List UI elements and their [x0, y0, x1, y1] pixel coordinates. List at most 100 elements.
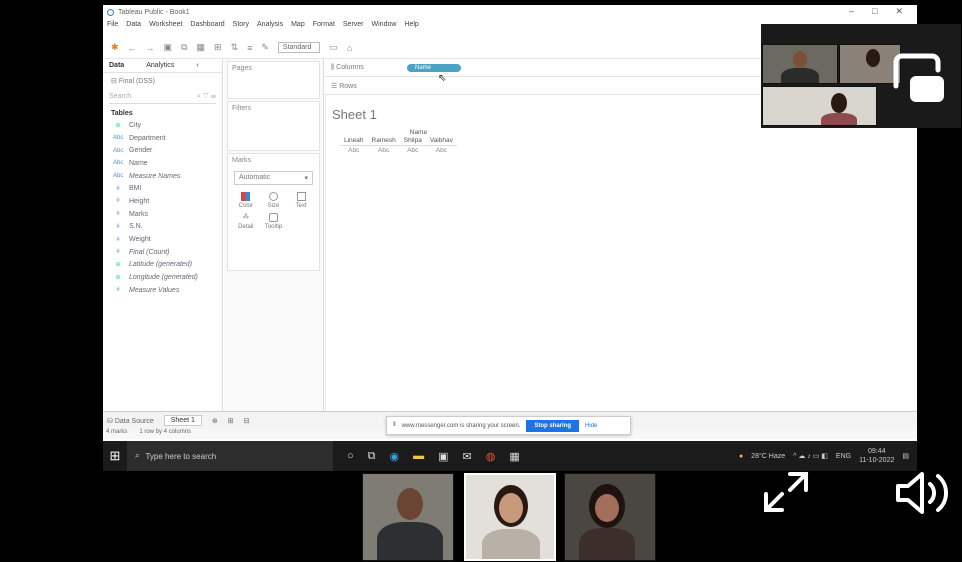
language[interactable]: ENG [836, 453, 851, 460]
tab-data[interactable]: Data [109, 62, 124, 69]
picture-in-picture-icon[interactable] [892, 52, 946, 104]
worksheet-canvas[interactable]: Sheet 1 Name Lineah Ramesh Shilpa Vaibhav A… [325, 95, 917, 411]
edge-icon[interactable]: ◉ [390, 450, 400, 463]
task-view-icon[interactable]: ⧉ [368, 450, 376, 463]
menu-window[interactable]: Window [372, 21, 397, 33]
sheet-title[interactable]: Sheet 1 [332, 107, 377, 122]
participant-bottom-3[interactable] [564, 473, 656, 561]
data-source-tab[interactable]: ⛁ Data Source [107, 417, 154, 425]
field-item[interactable]: Abc Measure Names [103, 170, 222, 183]
cortana-icon[interactable]: ○ [347, 450, 354, 463]
volume-icon[interactable] [890, 470, 954, 516]
field-item[interactable]: ⊕ City [103, 119, 222, 132]
close-button[interactable]: ✕ [895, 6, 903, 17]
new-sheet-icon[interactable]: ▦ [197, 42, 206, 53]
menu-story[interactable]: Story [233, 21, 249, 33]
value-cell[interactable]: Abc [425, 145, 457, 155]
filters-card[interactable]: Filters [227, 101, 320, 151]
field-item[interactable]: # Height [103, 195, 222, 208]
value-cell[interactable]: Abc [367, 145, 400, 155]
menu-dashboard[interactable]: Dashboard [190, 21, 224, 33]
windows-start-icon[interactable]: ⊞ [103, 448, 127, 464]
taskbar-search[interactable]: ⌕ Type here to search [127, 441, 333, 471]
notifications-icon[interactable]: ▤ [902, 452, 909, 460]
weather-text[interactable]: 28°C Haze [751, 453, 785, 460]
value-cell[interactable]: Abc [399, 145, 426, 155]
forward-icon[interactable]: → [146, 43, 155, 53]
back-icon[interactable]: ← [128, 43, 137, 53]
field-item[interactable]: ⊕ Longitude (generated) [103, 271, 222, 284]
field-search[interactable]: Search ⌕ ▽ ☰ [109, 93, 216, 104]
expand-icon[interactable] [760, 470, 812, 514]
stop-sharing-button[interactable]: Stop sharing [526, 419, 580, 432]
field-item[interactable]: # S.N. [103, 221, 222, 234]
file-explorer-icon[interactable]: ▬ [413, 450, 424, 463]
sort-icon[interactable]: ≡ [247, 43, 252, 53]
menu-analysis[interactable]: Analysis [257, 21, 283, 33]
duplicate-icon[interactable]: ⊞ [214, 42, 222, 53]
taskbar-search-input[interactable]: Type here to search [145, 452, 216, 461]
participant-bottom-2[interactable] [464, 473, 556, 561]
pages-card[interactable]: Pages [227, 61, 320, 99]
field-item[interactable]: Abc Gender [103, 144, 222, 157]
field-item[interactable]: ⊕ Latitude (generated) [103, 259, 222, 272]
participant-tile-1[interactable] [762, 44, 838, 84]
tableau-logo-icon[interactable]: ✱ [111, 42, 119, 53]
menu-help[interactable]: Help [404, 21, 418, 33]
new-worksheet-icon[interactable]: ⊕ [212, 417, 218, 425]
search-icon[interactable]: ⌕ ▽ ☰ [197, 93, 216, 103]
num-type-icon: # [116, 211, 120, 218]
sheet1-tab[interactable]: Sheet 1 [163, 415, 202, 426]
value-cell[interactable]: Abc [340, 145, 368, 155]
field-item[interactable]: # Marks [103, 208, 222, 221]
datasource-item[interactable]: ⊟ Final (DSS) [103, 73, 222, 89]
chrome-icon[interactable]: ◍ [486, 450, 496, 463]
header-cell[interactable]: Lineah [340, 136, 368, 146]
menu-worksheet[interactable]: Worksheet [149, 21, 182, 33]
hide-button[interactable]: Hide [585, 423, 597, 429]
header-cell[interactable]: Shilpa [400, 136, 426, 146]
menu-map[interactable]: Map [291, 21, 305, 33]
field-item[interactable]: # Measure Values [103, 284, 222, 297]
present-icon[interactable]: ▭ [329, 42, 338, 53]
field-item[interactable]: # Final (Count) [103, 246, 222, 259]
participant-tile-3[interactable] [762, 86, 877, 126]
marks-size-button[interactable]: Size [262, 192, 286, 209]
participant-bottom-1[interactable] [362, 473, 454, 561]
new-dashboard-icon[interactable]: ⊞ [228, 417, 234, 425]
header-cell[interactable]: Ramesh [368, 136, 400, 146]
highlight-icon[interactable]: ✎ [261, 42, 269, 53]
name-pill[interactable]: Name [407, 63, 462, 72]
marks-type-select[interactable]: Automatic ▾ [234, 171, 313, 185]
menu-server[interactable]: Server [343, 21, 364, 33]
fit-select[interactable]: Standard [277, 42, 321, 53]
new-datasource-icon[interactable]: ⧉ [181, 42, 187, 53]
field-item[interactable]: Abc Name [103, 157, 222, 170]
clock[interactable]: 09:44 11-10-2022 [859, 447, 894, 465]
swap-icon[interactable]: ⇅ [231, 42, 239, 53]
marks-detail-button[interactable]: ⁂ Detail [234, 213, 258, 230]
menu-data[interactable]: Data [126, 21, 141, 33]
menu-file[interactable]: File [107, 21, 118, 33]
maximize-button[interactable]: □ [872, 6, 877, 17]
field-item[interactable]: Abc Department [103, 132, 222, 145]
minimize-button[interactable]: – [849, 6, 854, 17]
save-icon[interactable]: ▣ [164, 42, 173, 53]
header-cell[interactable]: Vaibhav [426, 136, 457, 146]
collapse-icon[interactable]: ‹ [196, 62, 198, 69]
marks-text-button[interactable]: Text [289, 192, 313, 209]
field-item[interactable]: # BMI [103, 182, 222, 195]
abc-type-icon: Abc [113, 147, 124, 154]
field-item[interactable]: # Weight [103, 233, 222, 246]
tableau-taskbar-icon[interactable]: ▦ [509, 450, 519, 463]
marks-color-button[interactable]: Color [234, 192, 258, 209]
field-search-input[interactable]: Search [109, 93, 131, 103]
store-icon[interactable]: ▣ [438, 450, 448, 463]
tray-icons[interactable]: ^ ☁ ♪ ▭ ◧ [793, 452, 828, 460]
marks-tooltip-button[interactable]: Tooltip [262, 213, 286, 230]
new-story-icon[interactable]: ⊟ [244, 417, 250, 425]
share-icon[interactable]: ⌂ [347, 43, 352, 53]
tab-analytics[interactable]: Analytics [146, 62, 174, 69]
menu-format[interactable]: Format [313, 21, 335, 33]
mail-icon[interactable]: ✉ [463, 450, 472, 463]
